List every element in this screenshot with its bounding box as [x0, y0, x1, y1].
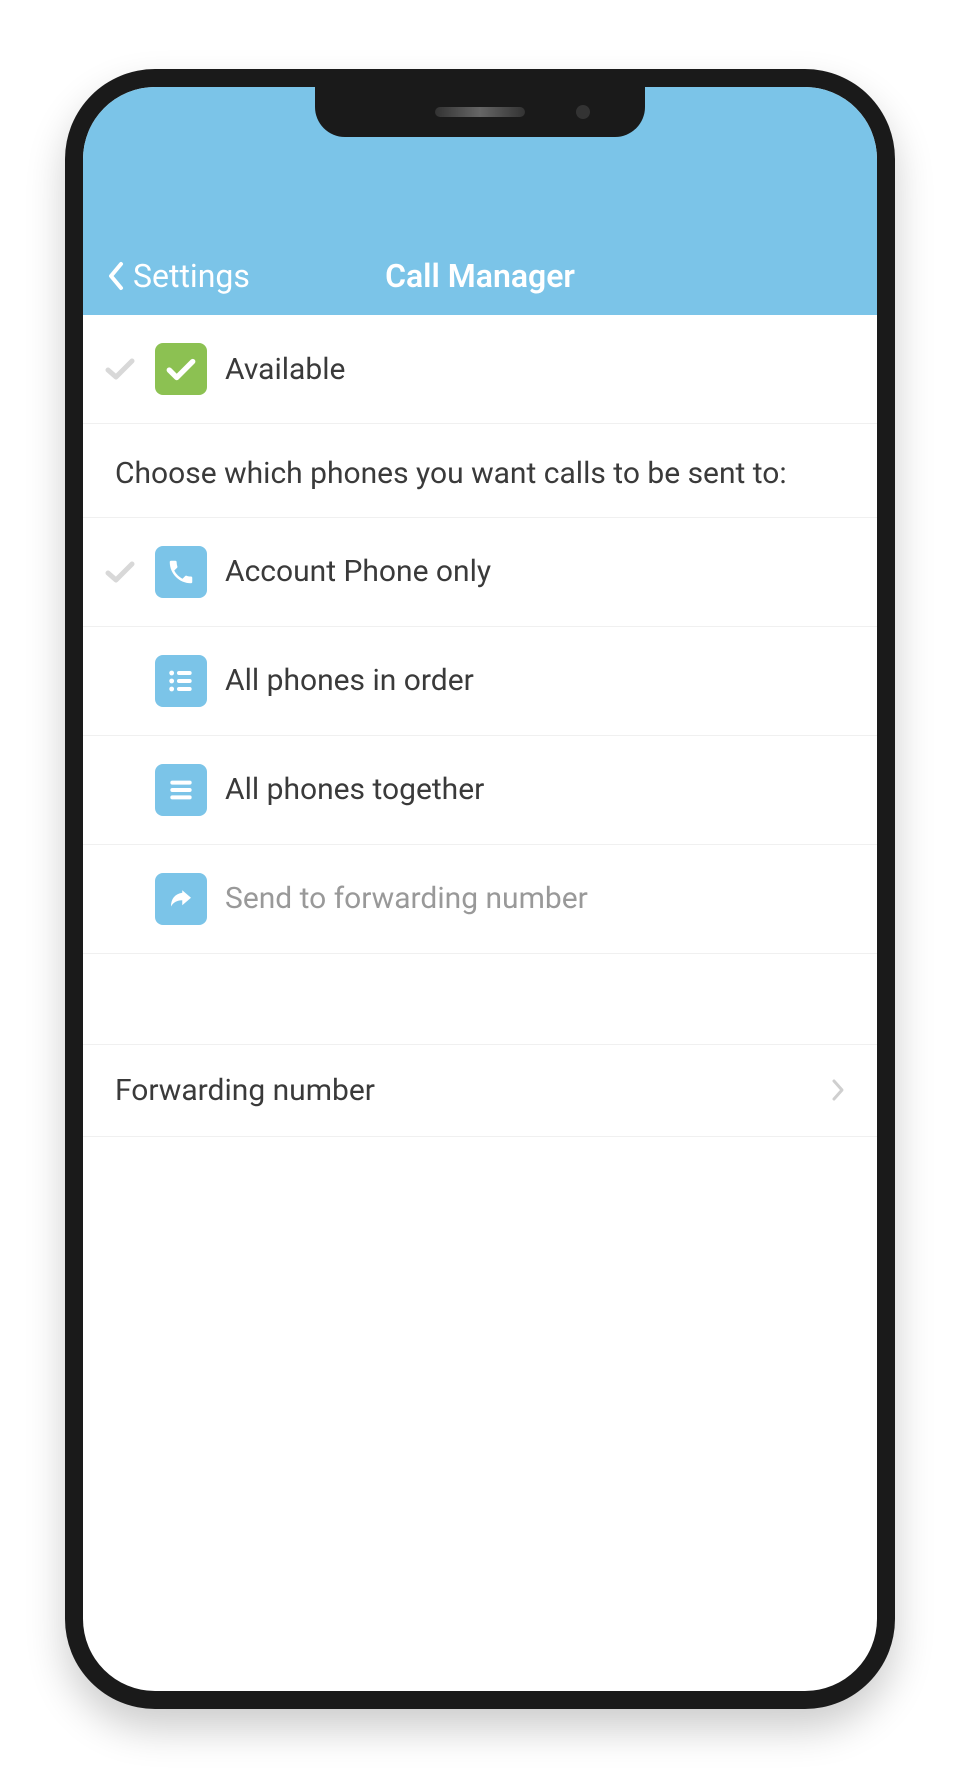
notch-speaker [435, 107, 525, 117]
option-label: All phones in order [225, 663, 845, 698]
forwarding-label: Forwarding number [115, 1073, 375, 1108]
phone-icon [155, 546, 207, 598]
phone-screen: Settings Call Manager Available [83, 87, 877, 1691]
back-label: Settings [133, 257, 250, 295]
chevron-left-icon [107, 261, 125, 291]
notch-camera [576, 105, 590, 119]
notch [315, 87, 645, 137]
status-row[interactable]: Available [83, 315, 877, 424]
instruction-text: Choose which phones you want calls to be… [83, 424, 877, 518]
content: Available Choose which phones you want c… [83, 315, 877, 1137]
list-dots-icon [155, 655, 207, 707]
option-label: Send to forwarding number [225, 881, 845, 916]
phone-frame: Settings Call Manager Available [65, 69, 895, 1709]
option-all-together[interactable]: All phones together [83, 736, 877, 845]
checkmark-icon [105, 561, 135, 583]
status-label: Available [225, 352, 845, 387]
option-account-phone[interactable]: Account Phone only [83, 518, 877, 627]
back-button[interactable]: Settings [107, 257, 250, 295]
option-label: All phones together [225, 772, 845, 807]
chevron-right-icon [831, 1078, 845, 1102]
checkmark-icon [105, 358, 135, 380]
forwarding-number-row[interactable]: Forwarding number [83, 1044, 877, 1137]
option-all-in-order[interactable]: All phones in order [83, 627, 877, 736]
spacer [83, 954, 877, 1044]
forward-arrow-icon [155, 873, 207, 925]
option-forwarding[interactable]: Send to forwarding number [83, 845, 877, 954]
available-icon [155, 343, 207, 395]
option-label: Account Phone only [225, 554, 845, 589]
list-lines-icon [155, 764, 207, 816]
